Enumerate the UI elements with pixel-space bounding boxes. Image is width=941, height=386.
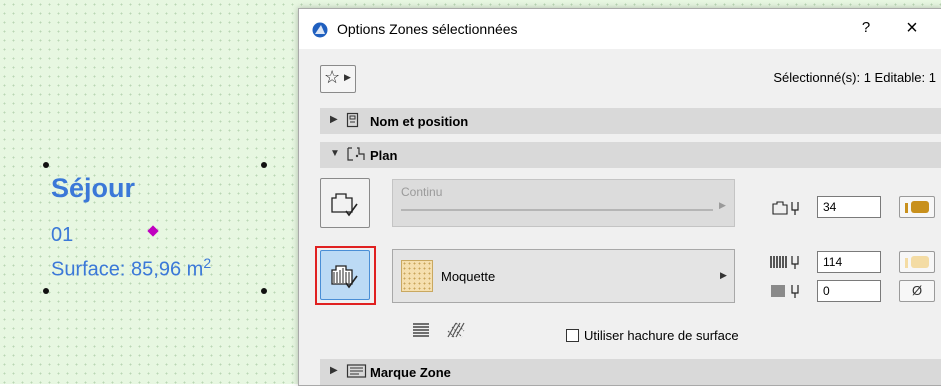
zone-fill-icon: [331, 265, 358, 289]
collapse-arrow-icon: ▼: [330, 148, 340, 159]
selection-count-info: Sélectionné(s): 1 Editable: 1: [773, 70, 936, 85]
fill-pen-icon: [769, 254, 805, 275]
pen-color-swatch-114: [911, 256, 929, 268]
selection-handle-bottom-right[interactable]: [261, 288, 267, 294]
section-header-plan[interactable]: ▼ Plan: [320, 142, 941, 168]
zone-settings-dialog: Options Zones sélectionnées ? × ☆ ▶ Séle…: [298, 8, 941, 386]
hatch-solid-icon[interactable]: [412, 322, 430, 343]
pen-color-swatch-34: [911, 201, 929, 213]
fill-name-label: Moquette: [441, 269, 496, 284]
dialog-title: Options Zones sélectionnées: [337, 21, 518, 37]
chevron-right-icon: ▶: [344, 72, 351, 82]
background-pen-color-button[interactable]: Ø: [899, 280, 935, 302]
chevron-right-icon: ▶: [720, 270, 727, 280]
zone-number-label[interactable]: 01: [51, 224, 73, 247]
use-surface-hatch-checkbox[interactable]: [566, 329, 579, 342]
selection-handle-top-right[interactable]: [261, 162, 267, 168]
contour-pen-icon: [771, 200, 805, 221]
fill-type-select[interactable]: Moquette ▶: [392, 249, 735, 303]
dialog-titlebar[interactable]: Options Zones sélectionnées ? ×: [299, 9, 941, 49]
empty-symbol-icon: Ø: [911, 283, 923, 298]
section-label-name-position: Nom et position: [370, 114, 469, 129]
pen-color-tick: [905, 203, 908, 213]
line-type-select[interactable]: Continu ▶: [392, 179, 735, 227]
use-surface-hatch-label[interactable]: Utiliser hachure de surface: [584, 328, 739, 343]
zone-surface-text: Surface: 85,96 m: [51, 258, 204, 281]
expand-arrow-icon: ▶: [330, 114, 338, 125]
zone-surface-label[interactable]: Surface: 85,96 m2: [51, 255, 211, 282]
zone-stamp-icon: [346, 363, 368, 384]
selection-handle-bottom-left[interactable]: [43, 288, 49, 294]
close-button[interactable]: ×: [900, 17, 924, 40]
line-type-label: Continu: [401, 185, 443, 199]
favorites-button[interactable]: ☆ ▶: [320, 65, 356, 93]
background-pen-icon: [769, 283, 805, 304]
zone-name-label[interactable]: Séjour: [51, 173, 135, 204]
line-type-preview: [401, 209, 713, 211]
zone-surface-exponent: 2: [203, 255, 212, 271]
fill-pattern-swatch: [401, 260, 433, 292]
background-pen-input[interactable]: [817, 280, 881, 302]
section-label-zone-stamp: Marque Zone: [370, 365, 451, 380]
name-position-icon: [346, 112, 360, 133]
hatch-vectorial-icon[interactable]: [446, 321, 466, 344]
section-label-plan: Plan: [370, 148, 398, 163]
star-icon: ☆: [324, 67, 341, 87]
selection-handle-top-left[interactable]: [43, 162, 49, 168]
contour-toggle-button[interactable]: [320, 178, 370, 228]
section-header-name-position[interactable]: ▶ Nom et position: [320, 108, 941, 134]
contour-pen-input[interactable]: [817, 196, 881, 218]
pen-color-tick: [905, 258, 908, 268]
fill-pen-color-button[interactable]: [899, 251, 935, 273]
fill-pen-input[interactable]: [817, 251, 881, 273]
help-button[interactable]: ?: [858, 19, 874, 36]
fill-toggle-button[interactable]: [320, 250, 370, 300]
archicad-app-icon: [312, 22, 328, 43]
expand-arrow-icon: ▶: [330, 365, 338, 376]
plan-icon: [346, 146, 368, 167]
chevron-right-icon: ▶: [719, 200, 726, 210]
section-header-zone-stamp[interactable]: ▶ Marque Zone: [320, 359, 941, 385]
contour-pen-color-button[interactable]: [899, 196, 935, 218]
zone-contour-icon: [331, 193, 358, 217]
